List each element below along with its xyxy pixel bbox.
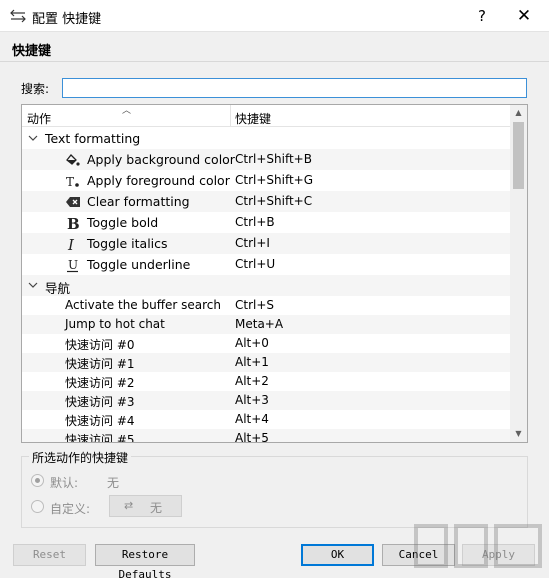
shortcut-settings-icon: ⇄ bbox=[124, 499, 134, 512]
default-value: 无 bbox=[107, 476, 120, 490]
default-radio[interactable] bbox=[31, 474, 44, 487]
tree-header: ︿ 动作 快捷键 bbox=[22, 105, 510, 127]
shortcut-value: Alt+2 bbox=[235, 374, 269, 388]
action-label: 快速访问 #2 bbox=[65, 376, 135, 390]
clear-format-icon bbox=[66, 197, 80, 207]
shortcut-value: Ctrl+Shift+C bbox=[235, 194, 313, 208]
tree-row[interactable]: 快速访问 #0 Alt+0 bbox=[22, 334, 510, 353]
shortcut-settings-icon bbox=[10, 9, 26, 23]
search-input[interactable] bbox=[62, 78, 527, 98]
help-button[interactable]: ? bbox=[470, 5, 494, 27]
shortcut-value: Alt+4 bbox=[235, 412, 269, 426]
tree-group-text-formatting[interactable]: Text formatting bbox=[22, 128, 510, 149]
tree-row[interactable]: I Toggle italics Ctrl+I bbox=[22, 233, 510, 254]
svg-text:B: B bbox=[67, 215, 80, 231]
group-title: 所选动作的快捷键 bbox=[29, 449, 132, 466]
action-label: Jump to hot chat bbox=[65, 317, 165, 331]
bold-icon: B bbox=[67, 215, 80, 231]
action-label: Clear formatting bbox=[87, 194, 190, 209]
svg-text:U: U bbox=[68, 258, 78, 272]
scroll-down-icon[interactable]: ▼ bbox=[510, 426, 527, 442]
tree-row[interactable]: Clear formatting Ctrl+Shift+C bbox=[22, 191, 510, 212]
watermark-logo bbox=[414, 524, 542, 568]
action-label: 快速访问 #1 bbox=[65, 357, 135, 371]
scrollbar-thumb[interactable] bbox=[513, 122, 524, 189]
svg-text:I: I bbox=[67, 236, 75, 252]
shortcut-value: Alt+5 bbox=[235, 431, 269, 443]
sort-up-icon: ︿ bbox=[122, 106, 132, 116]
tree-row[interactable]: 快速访问 #4 Alt+4 bbox=[22, 410, 510, 429]
shortcut-value: Ctrl+I bbox=[235, 236, 270, 250]
action-label: Activate the buffer search bbox=[65, 298, 221, 312]
action-label: 快速访问 #5 bbox=[65, 433, 135, 443]
close-button[interactable]: ✕ bbox=[512, 4, 536, 28]
tree-row[interactable]: Apply background color Ctrl+Shift+B bbox=[22, 149, 510, 170]
group-label: Text formatting bbox=[45, 131, 141, 146]
shortcut-value: Alt+0 bbox=[235, 336, 269, 350]
tree-row[interactable]: 快速访问 #1 Alt+1 bbox=[22, 353, 510, 372]
action-label: 快速访问 #4 bbox=[65, 414, 135, 428]
window-title: 配置 快捷键 bbox=[32, 12, 102, 27]
underline-icon: U bbox=[67, 258, 78, 273]
ok-button[interactable]: OK bbox=[301, 544, 374, 566]
shortcut-value: Ctrl+U bbox=[235, 257, 276, 271]
tree-row[interactable]: 快速访问 #2 Alt+2 bbox=[22, 372, 510, 391]
custom-radio[interactable] bbox=[31, 500, 44, 513]
restore-defaults-button[interactable]: Restore Defaults bbox=[95, 544, 195, 578]
svg-text:T: T bbox=[66, 175, 74, 189]
tree-row[interactable]: T Apply foreground color Ctrl+Shift+G bbox=[22, 170, 510, 191]
italic-icon: I bbox=[67, 236, 75, 252]
header-divider bbox=[0, 61, 549, 62]
page-title: 快捷键 bbox=[12, 44, 52, 59]
title-bar: 配置 快捷键 ? ✕ bbox=[0, 0, 549, 32]
action-label: 快速访问 #3 bbox=[65, 395, 135, 409]
shortcut-value: Meta+A bbox=[235, 317, 284, 331]
action-label: Toggle italics bbox=[87, 236, 168, 251]
action-label: Toggle bold bbox=[87, 215, 159, 230]
search-label: 搜索: bbox=[21, 82, 50, 96]
custom-shortcut-value: 无 bbox=[150, 501, 163, 515]
reset-button[interactable]: Reset bbox=[13, 544, 86, 566]
action-label: Apply foreground color bbox=[87, 173, 230, 188]
tree-row[interactable]: B Toggle bold Ctrl+B bbox=[22, 212, 510, 233]
radio-dot bbox=[35, 478, 40, 483]
custom-label: 自定义: bbox=[50, 502, 91, 516]
shortcut-value: Alt+3 bbox=[235, 393, 269, 407]
default-label: 默认: bbox=[50, 476, 79, 490]
shortcut-tree[interactable]: ︿ 动作 快捷键 Text formatting Apply backgroun… bbox=[21, 104, 528, 443]
custom-shortcut-button[interactable]: ⇄ 无 bbox=[109, 495, 182, 517]
scroll-up-icon[interactable]: ▲ bbox=[510, 105, 527, 121]
chevron-down-icon[interactable] bbox=[28, 280, 38, 290]
column-header-shortcut[interactable]: 快捷键 bbox=[235, 110, 271, 127]
action-label: Apply background color bbox=[87, 152, 235, 167]
column-divider[interactable] bbox=[230, 105, 231, 127]
tree-rows: Text formatting Apply background color C… bbox=[22, 128, 510, 443]
shortcut-value: Ctrl+S bbox=[235, 298, 275, 312]
shortcut-value: Ctrl+Shift+G bbox=[235, 173, 314, 187]
shortcut-value: Alt+1 bbox=[235, 355, 269, 369]
tree-row[interactable]: 快速访问 #3 Alt+3 bbox=[22, 391, 510, 410]
tree-row[interactable]: Activate the buffer search Ctrl+S bbox=[22, 296, 510, 315]
chevron-down-icon[interactable] bbox=[28, 133, 38, 143]
tree-row[interactable]: 快速访问 #5 Alt+5 bbox=[22, 429, 510, 443]
column-header-action[interactable]: 动作 bbox=[27, 110, 51, 127]
action-label: 快速访问 #0 bbox=[65, 338, 135, 352]
shortcut-value: Ctrl+B bbox=[235, 215, 275, 229]
group-label: 导航 bbox=[45, 281, 71, 296]
text-color-icon: T bbox=[66, 175, 79, 189]
tree-row[interactable]: U Toggle underline Ctrl+U bbox=[22, 254, 510, 275]
tree-group-navigation[interactable]: 导航 bbox=[22, 275, 510, 296]
vertical-scrollbar[interactable]: ▲ ▼ bbox=[510, 105, 527, 442]
tree-row[interactable]: Jump to hot chat Meta+A bbox=[22, 315, 510, 334]
paint-bucket-icon bbox=[66, 154, 80, 166]
action-label: Toggle underline bbox=[87, 257, 191, 272]
shortcut-value: Ctrl+Shift+B bbox=[235, 152, 312, 166]
